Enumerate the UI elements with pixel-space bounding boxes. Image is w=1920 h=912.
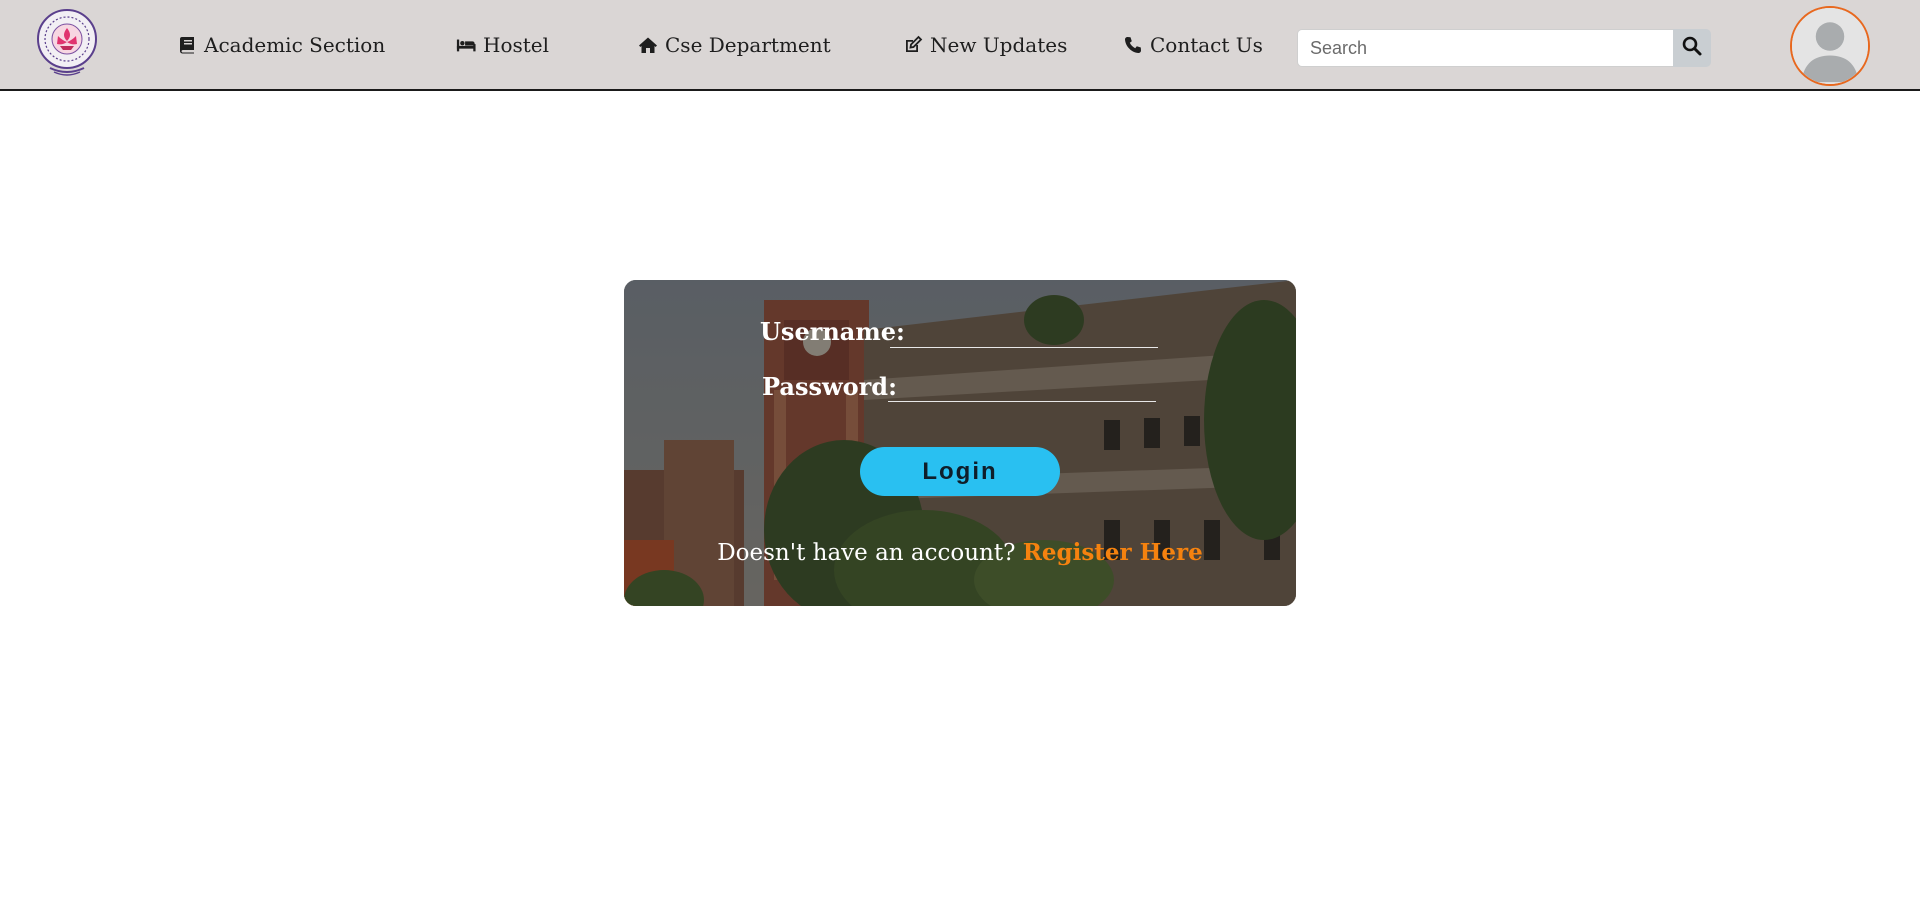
edit-icon	[902, 34, 924, 56]
register-prompt-line: Doesn't have an account? Register Here	[624, 539, 1296, 566]
password-input[interactable]	[888, 372, 1156, 402]
search-button[interactable]	[1673, 29, 1711, 67]
bed-icon	[455, 34, 477, 56]
login-card: Username: Password: Login Doesn't have a…	[624, 280, 1296, 606]
login-form: Username: Password: Login Doesn't have a…	[624, 280, 1296, 606]
university-logo[interactable]	[36, 8, 98, 78]
nav-academic-section[interactable]: Academic Section	[176, 31, 385, 59]
top-navbar: Academic Section Hostel Cse Department N…	[0, 0, 1920, 91]
user-avatar[interactable]	[1790, 6, 1870, 86]
nav-contact-us[interactable]: Contact Us	[1122, 31, 1263, 59]
nav-item-label: Contact Us	[1150, 33, 1263, 57]
nav-item-label: Academic Section	[204, 33, 386, 57]
username-label: Username:	[760, 317, 905, 346]
user-avatar-icon	[1792, 8, 1868, 84]
register-prompt-text: Doesn't have an account?	[717, 540, 1016, 566]
login-button[interactable]: Login	[860, 447, 1060, 496]
username-input[interactable]	[890, 318, 1158, 348]
nav-cse-department[interactable]: Cse Department	[637, 31, 831, 59]
university-emblem-icon	[37, 9, 97, 76]
home-icon	[637, 34, 659, 56]
register-link[interactable]: Register Here	[1023, 539, 1203, 566]
phone-icon	[1122, 34, 1144, 56]
nav-item-label: Hostel	[483, 33, 550, 57]
nav-item-label: New Updates	[930, 33, 1068, 57]
search-bar	[1297, 29, 1711, 67]
nav-hostel[interactable]: Hostel	[455, 31, 549, 59]
nav-item-label: Cse Department	[665, 33, 831, 57]
password-label: Password:	[762, 372, 897, 401]
search-input[interactable]	[1297, 29, 1673, 67]
book-icon	[176, 34, 198, 56]
nav-new-updates[interactable]: New Updates	[902, 31, 1067, 59]
search-icon	[1681, 35, 1703, 61]
